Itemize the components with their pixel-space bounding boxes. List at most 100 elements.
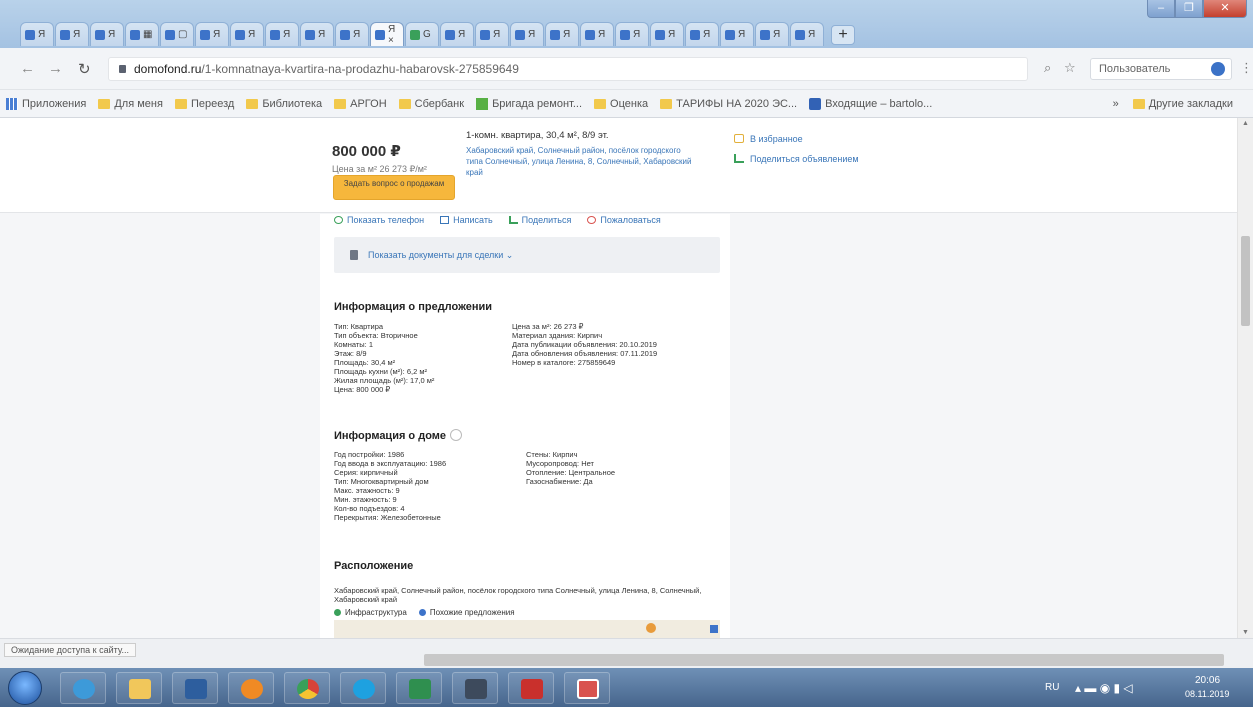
forward-icon[interactable]: →	[48, 60, 63, 77]
favorite-button[interactable]: В избранное	[734, 134, 803, 144]
bookmark-label: Библиотека	[262, 97, 323, 110]
other-bookmarks[interactable]: Другие закладки	[1132, 98, 1233, 110]
explorer-taskbar-button[interactable]	[116, 672, 162, 704]
info-row: Дата обновления объявления: 07.11.2019	[512, 349, 658, 358]
scrollbar-thumb[interactable]	[1241, 236, 1250, 326]
browser-tab[interactable]: Я ×	[370, 22, 404, 46]
vertical-scrollbar[interactable]: ▲ ▼	[1237, 118, 1253, 638]
browser-tab[interactable]: Я	[755, 22, 789, 46]
building-icon	[476, 97, 489, 110]
bookmark-item[interactable]: ТАРИФЫ НА 2020 ЭС...	[660, 98, 797, 110]
action-message[interactable]: Написать	[440, 215, 493, 225]
location-address: Хабаровский край, Солнечный район, посёл…	[334, 586, 702, 604]
bookmark-star-icon[interactable]: ☆	[1064, 60, 1076, 76]
browser-tab[interactable]: Я	[195, 22, 229, 46]
skype-taskbar-button[interactable]	[340, 672, 386, 704]
action-share[interactable]: Поделиться	[508, 215, 571, 225]
bookmark-item[interactable]: Переезд	[174, 98, 234, 110]
browser-tab[interactable]: Я	[790, 22, 824, 46]
browser-tab[interactable]: Я	[440, 22, 474, 46]
status-text: Ожидание доступа к сайту...	[4, 643, 136, 657]
browser-tab[interactable]: Я	[720, 22, 754, 46]
listing-address-link[interactable]: Хабаровский край, Солнечный район, посёл…	[466, 145, 698, 178]
bookmark-item[interactable]: Приложения	[6, 97, 86, 110]
chrome-taskbar-button[interactable]	[284, 672, 330, 704]
map-option-infrastructure-label: Инфраструктура	[345, 608, 407, 617]
browser-tab[interactable]: Я	[650, 22, 684, 46]
tab-label: Я	[213, 29, 221, 40]
browser-tab[interactable]: Я	[335, 22, 369, 46]
yandex-tab-icon	[375, 29, 385, 40]
info-row: Газоснабжение: Да	[526, 477, 593, 486]
message-icon	[440, 216, 450, 224]
word-taskbar-button[interactable]	[452, 672, 498, 704]
bookmark-item[interactable]: АРГОН	[334, 98, 387, 110]
action-report[interactable]: Пожаловаться	[587, 215, 661, 225]
horizontal-scrollbar[interactable]	[424, 654, 1224, 666]
menu-dots-icon[interactable]: ⋮	[1240, 60, 1253, 76]
app-taskbar-button[interactable]	[172, 672, 218, 704]
tab-label: Я	[248, 29, 256, 40]
close-window-button[interactable]: ✕	[1203, 0, 1247, 18]
new-tab-button[interactable]: +	[831, 25, 855, 45]
minimize-button[interactable]: –	[1147, 0, 1175, 18]
documents-dropdown[interactable]: Показать документы для сделки ⌄	[334, 237, 720, 273]
bookmark-label: АРГОН	[350, 97, 387, 110]
back-icon[interactable]: ←	[20, 60, 35, 77]
bookmark-item[interactable]: Оценка	[594, 98, 648, 110]
action-phone[interactable]: Показать телефон	[334, 215, 424, 225]
location-map[interactable]	[334, 620, 720, 638]
more-bookmarks-button[interactable]: »	[1113, 98, 1119, 110]
browser-tab[interactable]: Я	[55, 22, 89, 46]
browser-tab[interactable]: ▦	[125, 22, 159, 46]
browser-tab[interactable]: Я	[475, 22, 509, 46]
scroll-up-icon[interactable]: ▲	[1242, 120, 1249, 127]
browser-tab[interactable]: Я	[265, 22, 299, 46]
scroll-down-icon[interactable]: ▼	[1242, 629, 1249, 636]
profile-button[interactable]: Пользователь	[1090, 58, 1232, 80]
bookmark-item[interactable]: Входящие – bartolo...	[809, 97, 932, 110]
browser-tab[interactable]: ▢	[160, 22, 194, 46]
reload-icon[interactable]: ↻	[78, 60, 91, 78]
zoom-icon[interactable]: ⌕	[1044, 60, 1051, 76]
language-indicator[interactable]: RU	[1045, 682, 1059, 693]
bookmark-item[interactable]: Сбербанк	[398, 98, 464, 110]
address-bar[interactable]: domofond.ru/1-komnatnaya-kvartira-na-pro…	[108, 57, 1028, 81]
pdf-taskbar-button[interactable]	[508, 672, 554, 704]
info-row: Год ввода в эксплуатацию: 1986	[334, 459, 447, 468]
bookmark-label: Для меня	[114, 97, 163, 110]
tray-icons[interactable]: ▴ ▬ ◉ ▮ ◁	[1075, 681, 1133, 695]
browser-tab[interactable]: Я	[90, 22, 124, 46]
browser-tab[interactable]: Я	[685, 22, 719, 46]
media-taskbar-button[interactable]	[228, 672, 274, 704]
start-button[interactable]	[8, 671, 42, 705]
browser-tab[interactable]: Я	[20, 22, 54, 46]
info-row: Перекрытия: Железобетонные	[334, 513, 441, 522]
tab-label: Я	[493, 29, 501, 40]
action-report-label: Пожаловаться	[600, 215, 661, 225]
share-listing-button[interactable]: Поделиться объявлением	[734, 154, 859, 164]
excel-taskbar-button[interactable]	[396, 672, 442, 704]
browser-tab[interactable]: Я	[510, 22, 544, 46]
browser-tab[interactable]: Я	[580, 22, 614, 46]
browser-tab[interactable]: G	[405, 22, 439, 46]
bookmark-item[interactable]: Бригада ремонт...	[476, 97, 582, 110]
folder-icon	[174, 98, 187, 109]
map-option-similar[interactable]: Похожие предложения	[418, 608, 515, 617]
browser-tab[interactable]: Я	[300, 22, 334, 46]
map-option-infrastructure[interactable]: Инфраструктура	[334, 608, 407, 617]
help-icon[interactable]	[450, 429, 463, 441]
info-row: Тип: Многоквартирный дом	[334, 477, 429, 486]
ie-taskbar-button[interactable]	[60, 672, 106, 704]
maximize-button[interactable]: ❐	[1175, 0, 1203, 18]
ask-seller-button[interactable]: Задать вопрос о продажам	[333, 175, 455, 200]
browser-tab[interactable]: Я	[230, 22, 264, 46]
browser-tab[interactable]: Я	[615, 22, 649, 46]
tab-strip: Я Я Я ▦ ▢ Я Я Я Я Я Я × G Я Я Я Я Я Я Я Я Я Я Я +	[20, 22, 855, 48]
info-row: Мин. этажность: 9	[334, 495, 397, 504]
folder-icon	[1132, 98, 1145, 109]
bookmark-item[interactable]: Для меня	[98, 98, 163, 110]
pdf-viewer-taskbar-button[interactable]	[564, 672, 610, 704]
browser-tab[interactable]: Я	[545, 22, 579, 46]
bookmark-item[interactable]: Библиотека	[246, 98, 322, 110]
